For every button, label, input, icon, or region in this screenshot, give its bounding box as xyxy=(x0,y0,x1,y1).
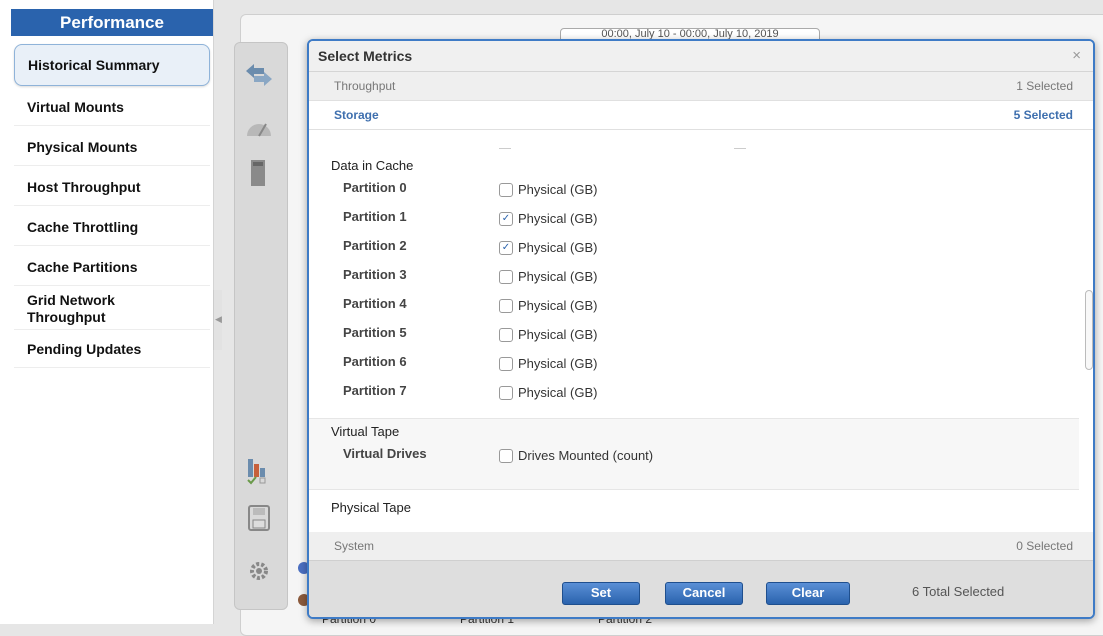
set-button[interactable]: Set xyxy=(562,582,640,605)
dialog-footer: Set Cancel Clear 6 Total Selected xyxy=(309,560,1093,617)
partition-3-physical-checkbox[interactable]: Physical (GB) xyxy=(499,269,597,284)
partition-label: Partition 4 xyxy=(343,296,407,311)
partition-label: Partition 3 xyxy=(343,267,407,282)
checkbox[interactable] xyxy=(499,448,513,463)
partition-5-physical-checkbox[interactable]: Physical (GB) xyxy=(499,327,597,342)
sidebar-item-host-throughput[interactable]: Host Throughput xyxy=(14,168,210,206)
total-selected-text: 6 Total Selected xyxy=(912,584,1005,599)
virtual-drives-label: Virtual Drives xyxy=(343,446,427,461)
sidebar-item-label: Cache Partitions xyxy=(27,258,138,275)
sidebar-item-virtual-mounts[interactable]: Virtual Mounts xyxy=(14,88,210,126)
scrollbar[interactable] xyxy=(1085,290,1093,370)
category-name: Throughput xyxy=(334,79,396,93)
sidebar-item-label: Pending Updates xyxy=(27,340,142,357)
sidebar-item-label: Host Throughput xyxy=(27,178,141,195)
divider xyxy=(734,148,746,149)
partition-1-physical-checkbox[interactable]: ✓ Physical (GB) xyxy=(499,211,597,226)
sidebar: Performance Historical Summary Virtual M… xyxy=(0,0,214,624)
partition-label: Partition 5 xyxy=(343,325,407,340)
category-name: Storage xyxy=(334,108,379,122)
clear-button[interactable]: Clear xyxy=(766,582,850,605)
checkbox-checked[interactable]: ✓ xyxy=(499,211,513,226)
partition-label: Partition 7 xyxy=(343,383,407,398)
chevron-left-icon: ◀ xyxy=(215,314,222,324)
category-throughput[interactable]: Throughput 1 Selected xyxy=(309,72,1093,101)
sidebar-item-label: Physical Mounts xyxy=(27,138,138,155)
sidebar-item-label: Historical Summary xyxy=(28,57,160,73)
close-icon[interactable]: × xyxy=(1072,47,1081,64)
group-title-data-in-cache: Data in Cache xyxy=(331,158,414,173)
partition-4-physical-checkbox[interactable]: Physical (GB) xyxy=(499,298,597,313)
sidebar-collapse-handle[interactable]: ◀ xyxy=(213,290,222,350)
group-title-virtual-tape: Virtual Tape xyxy=(331,424,400,439)
drives-mounted-checkbox[interactable]: Drives Mounted (count) xyxy=(499,448,653,463)
sidebar-item-cache-throttling[interactable]: Cache Throttling xyxy=(14,208,210,246)
cancel-button[interactable]: Cancel xyxy=(665,582,743,605)
sidebar-item-label: Cache Throttling xyxy=(27,218,139,235)
save-icon[interactable] xyxy=(244,503,274,533)
divider xyxy=(499,148,511,149)
partition-2-physical-checkbox[interactable]: ✓ Physical (GB) xyxy=(499,240,597,255)
sidebar-item-label: Grid Network Throughput xyxy=(27,291,115,325)
category-system[interactable]: System 0 Selected xyxy=(309,532,1093,561)
category-count: 0 Selected xyxy=(1016,539,1073,553)
checkbox-checked[interactable]: ✓ xyxy=(499,240,513,255)
sidebar-item-cache-partitions[interactable]: Cache Partitions xyxy=(14,248,210,286)
category-count: 5 Selected xyxy=(1013,108,1073,122)
storage-metrics-list[interactable]: Data in Cache Partition 0 Physical (GB) … xyxy=(309,128,1093,544)
checkbox[interactable] xyxy=(499,327,513,342)
partition-0-physical-checkbox[interactable]: Physical (GB) xyxy=(499,182,597,197)
checkbox[interactable] xyxy=(499,269,513,284)
category-storage[interactable]: Storage 5 Selected xyxy=(309,101,1093,130)
partition-label: Partition 1 xyxy=(343,209,407,224)
sidebar-title: Performance xyxy=(11,9,213,36)
gauge-icon[interactable] xyxy=(244,112,274,142)
chart-check-icon[interactable] xyxy=(244,455,274,485)
dialog-titlebar: Select Metrics × xyxy=(309,41,1093,72)
category-count: 1 Selected xyxy=(1016,79,1073,93)
partition-label: Partition 6 xyxy=(343,354,407,369)
arrows-swap-icon[interactable] xyxy=(244,60,274,90)
dialog-title: Select Metrics xyxy=(318,48,413,64)
select-metrics-dialog: Select Metrics × Throughput 1 Selected S… xyxy=(307,39,1095,619)
sidebar-item-label: Virtual Mounts xyxy=(27,98,124,115)
sidebar-item-physical-mounts[interactable]: Physical Mounts xyxy=(14,128,210,166)
checkbox[interactable] xyxy=(499,356,513,371)
group-title-physical-tape: Physical Tape xyxy=(331,500,411,515)
gear-icon[interactable] xyxy=(244,556,274,586)
virtual-tape-group: Virtual Tape Virtual Drives Drives Mount… xyxy=(309,418,1079,490)
checkbox[interactable] xyxy=(499,385,513,400)
partition-label: Partition 2 xyxy=(343,238,407,253)
sidebar-item-pending-updates[interactable]: Pending Updates xyxy=(14,330,210,368)
partition-label: Partition 0 xyxy=(343,180,407,195)
sidebar-item-grid-network-throughput[interactable]: Grid Network Throughput xyxy=(14,288,210,330)
sidebar-item-historical-summary[interactable]: Historical Summary xyxy=(14,44,210,86)
partition-7-physical-checkbox[interactable]: Physical (GB) xyxy=(499,385,597,400)
partition-6-physical-checkbox[interactable]: Physical (GB) xyxy=(499,356,597,371)
checkbox[interactable] xyxy=(499,298,513,313)
checkbox[interactable] xyxy=(499,182,513,197)
category-name: System xyxy=(334,539,375,553)
server-icon[interactable] xyxy=(244,158,274,188)
